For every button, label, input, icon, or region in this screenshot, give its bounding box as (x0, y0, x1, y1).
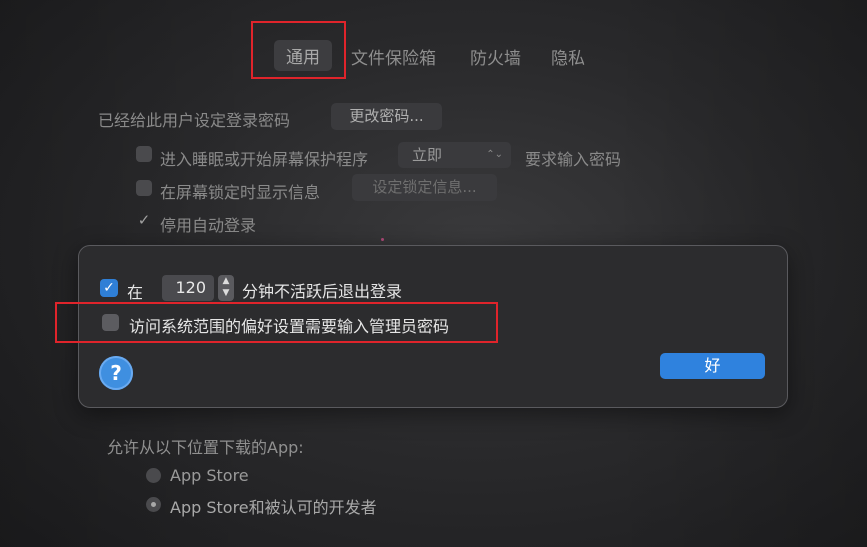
radio-app-store-identified-label: App Store和被认可的开发者 (170, 498, 377, 517)
ok-button[interactable]: 好 (660, 353, 765, 379)
highlight-box-admin (55, 302, 498, 343)
tab-firewall[interactable]: 防火墙 (470, 44, 521, 69)
radio-app-store-label: App Store (170, 466, 249, 485)
require-password-suffix: 要求输入密码 (525, 150, 622, 169)
password-status-label: 已经给此用户设定登录密码 (98, 111, 291, 130)
auto-logout-checkbox[interactable]: ✓ (100, 279, 118, 297)
auto-logout-prefix: 在 (127, 283, 144, 302)
disable-auto-login-label: 停用自动登录 (160, 216, 257, 235)
change-password-button[interactable]: 更改密码... (331, 103, 442, 130)
stepper-icon: ⌃⌄ (486, 149, 503, 160)
minutes-stepper[interactable]: ▲ ▼ (218, 275, 234, 301)
allow-downloads-label: 允许从以下位置下载的App: (107, 438, 304, 457)
tab-filevault[interactable]: 文件保险箱 (351, 44, 436, 69)
require-password-delay-select[interactable]: 立即 ⌃⌄ (398, 142, 511, 168)
auto-logout-suffix: 分钟不活跃后退出登录 (242, 282, 403, 301)
radio-app-store-identified[interactable] (146, 497, 161, 512)
help-button[interactable]: ? (99, 356, 133, 390)
screen-artifact (381, 238, 384, 241)
radio-app-store[interactable] (146, 468, 161, 483)
auto-logout-minutes-field[interactable]: 120 (162, 275, 214, 301)
disable-auto-login-checkbox[interactable]: ✓ (136, 212, 152, 228)
require-password-checkbox[interactable] (136, 146, 152, 162)
set-lock-message-button[interactable]: 设定锁定信息... (352, 174, 497, 201)
require-password-delay-value: 立即 (412, 146, 443, 164)
highlight-box-tab (251, 21, 346, 79)
tab-privacy[interactable]: 隐私 (551, 44, 585, 69)
lock-message-checkbox[interactable] (136, 180, 152, 196)
lock-message-label: 在屏幕锁定时显示信息 (160, 183, 321, 202)
require-password-label: 进入睡眠或开始屏幕保护程序 (160, 150, 369, 169)
